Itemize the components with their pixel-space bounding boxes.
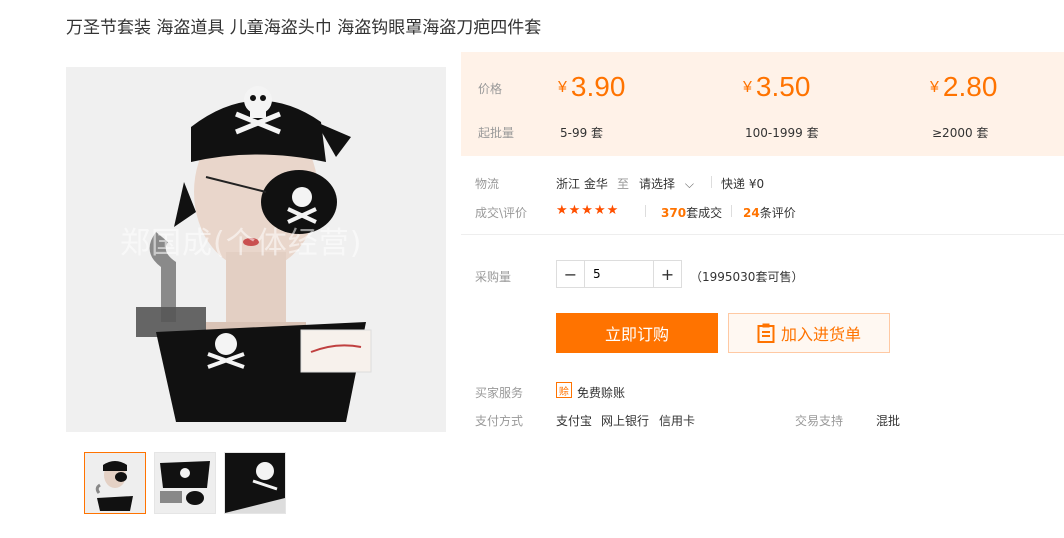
range-tier-1: 5-99 套: [560, 126, 604, 140]
quantity-input[interactable]: [584, 261, 654, 287]
add-to-list-button[interactable]: 加入进货单: [728, 313, 890, 353]
rating-stars-icon: ★★★★★: [556, 203, 620, 218]
logistics-label: 物流: [475, 177, 500, 191]
product-title: 万圣节套装 海盗道具 儿童海盗头巾 海盗钩眼罩海盗刀疤四件套: [66, 18, 542, 38]
payment-label: 支付方式: [475, 414, 524, 428]
reviews-label: 成交\评价: [475, 206, 528, 220]
quantity-label: 采购量: [475, 270, 512, 284]
shipping-fee: 快递 ¥0: [721, 177, 765, 191]
to-text: 至: [617, 177, 630, 191]
price-value: 3.50: [755, 71, 811, 102]
thumbnail-3[interactable]: [224, 452, 286, 514]
price-label: 价格: [478, 82, 503, 96]
stock-available: （1995030套可售）: [690, 270, 804, 284]
destination-select-label: 请选择: [639, 177, 676, 191]
image-watermark: 郑国成(个体经营): [120, 226, 363, 261]
range-tier-3: ≥2000 套: [932, 126, 989, 140]
trade-support-value: 混批: [876, 414, 901, 428]
payment-method-alipay: 支付宝: [556, 414, 593, 428]
credit-badge-icon: 赊: [556, 382, 572, 398]
price-value: 3.90: [570, 71, 626, 102]
range-tier-2: 100-1999 套: [745, 126, 819, 140]
deals-suffix: 套成交: [686, 206, 723, 220]
quantity-stepper: − +: [556, 260, 682, 288]
thumbnail-strip: [84, 452, 286, 514]
section-divider: [461, 234, 1064, 235]
thumbnail-2[interactable]: [154, 452, 216, 514]
increment-button[interactable]: +: [654, 261, 681, 287]
product-main-image[interactable]: 郑国成(个体经营): [66, 52, 446, 432]
price-tier-1: ¥3.90: [558, 71, 625, 103]
currency-symbol: ¥: [743, 79, 752, 96]
trade-support-label: 交易支持: [795, 414, 844, 428]
divider: [645, 205, 646, 217]
moq-label: 起批量: [478, 126, 515, 140]
payment-method-credit-card: 信用卡: [659, 414, 696, 428]
reviews-count: 24: [743, 206, 760, 220]
currency-symbol: ¥: [930, 79, 939, 96]
deals-count: 370: [661, 206, 687, 220]
add-to-list-label: 加入进货单: [780, 325, 861, 344]
price-tier-2: ¥3.50: [743, 71, 810, 103]
divider: [731, 205, 732, 217]
reviews-suffix: 条评价: [759, 206, 796, 220]
chevron-down-icon: ⌵: [684, 177, 694, 191]
thumbnail-3-image: [225, 453, 285, 513]
decrement-button[interactable]: −: [557, 261, 584, 287]
free-credit-service: 免费赊账: [577, 386, 626, 400]
clipboard-icon: [757, 323, 775, 343]
price-value: 2.80: [942, 71, 998, 102]
divider: [711, 176, 712, 188]
origin-location: 浙江 金华: [556, 177, 608, 191]
price-panel: 价格 起批量 ¥3.90 5-99 套 ¥3.50 100-1999 套 ¥2.…: [461, 52, 1064, 156]
deals-link[interactable]: 370套成交: [661, 204, 722, 221]
services-label: 买家服务: [475, 386, 524, 400]
payment-method-netbank: 网上银行: [601, 414, 650, 428]
reviews-link[interactable]: 24条评价: [743, 204, 796, 221]
destination-select[interactable]: 请选择 ⌵: [639, 175, 694, 192]
price-tier-3: ¥2.80: [930, 71, 997, 103]
thumbnail-1-image: [85, 453, 145, 513]
thumbnail-2-image: [155, 453, 215, 513]
buy-now-button[interactable]: 立即订购: [556, 313, 718, 353]
thumbnail-1[interactable]: [84, 452, 146, 514]
currency-symbol: ¥: [558, 79, 567, 96]
